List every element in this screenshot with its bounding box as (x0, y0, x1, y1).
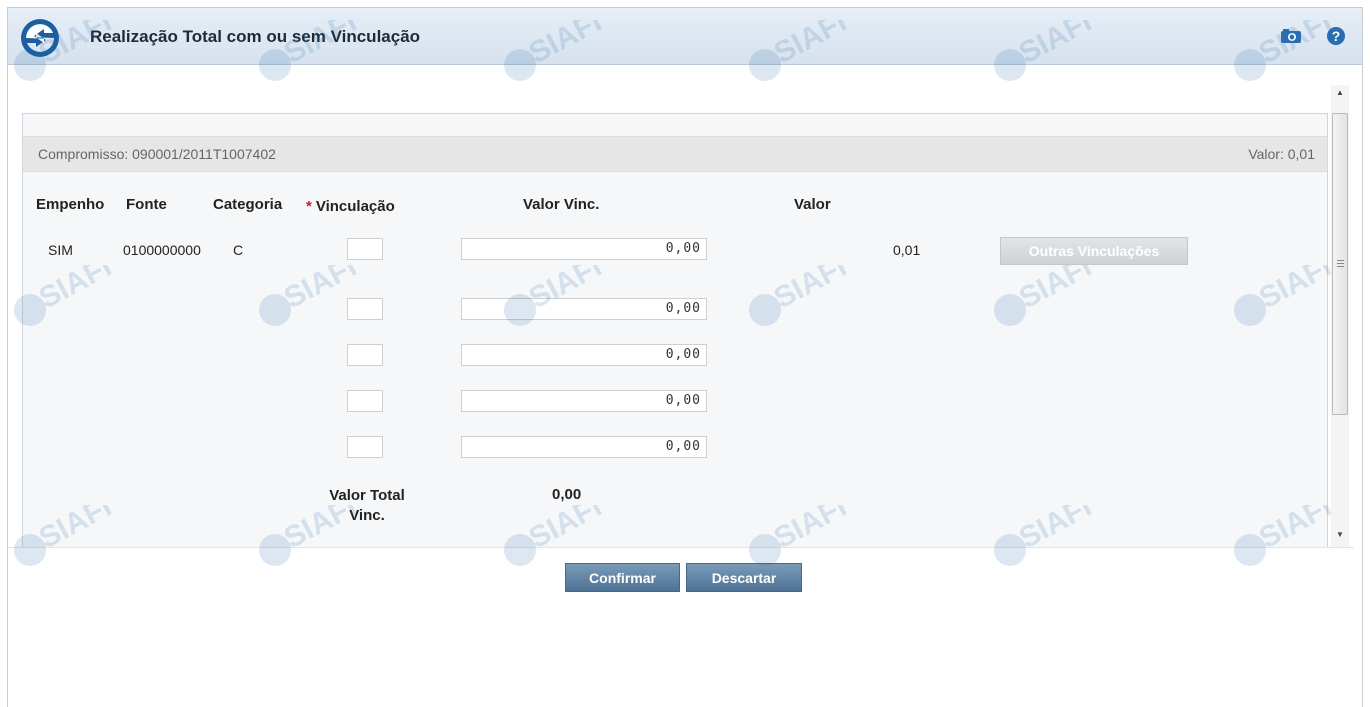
window-frame (7, 7, 1363, 707)
